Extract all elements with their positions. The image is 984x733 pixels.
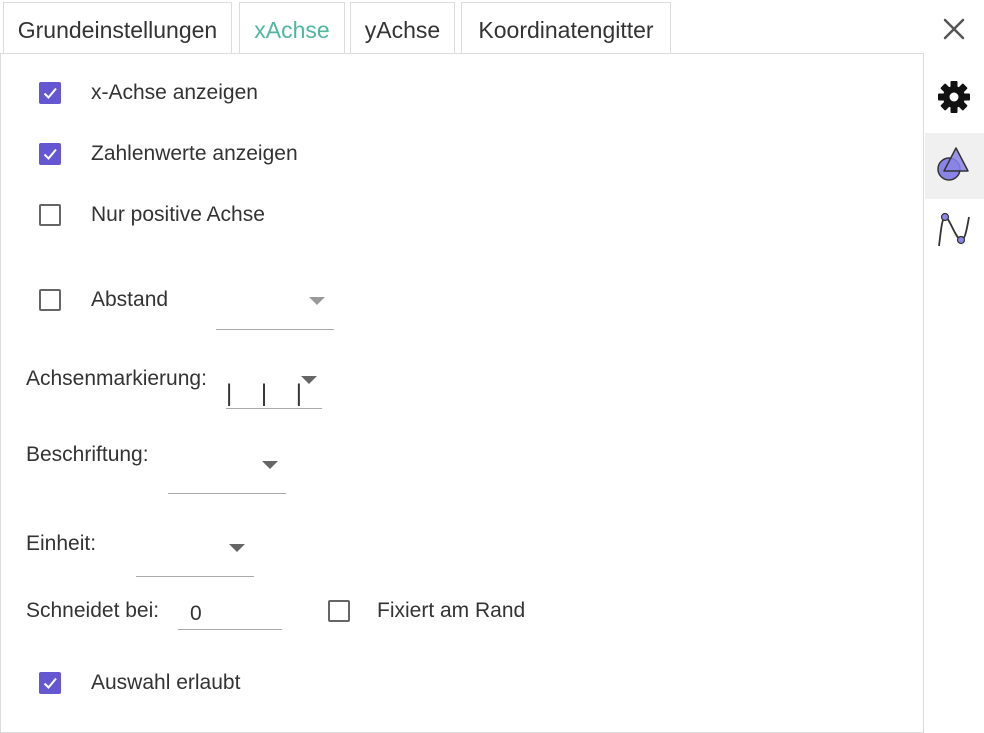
fixed-at-edge-checkbox[interactable]: [328, 600, 350, 622]
tab-grundeinstellungen[interactable]: Grundeinstellungen: [3, 2, 232, 53]
positive-only-checkbox[interactable]: [39, 204, 61, 226]
axis-ticks-dropdown[interactable]: | | |: [226, 374, 322, 409]
check-icon: [43, 148, 57, 160]
unit-dropdown[interactable]: [136, 542, 254, 577]
tab-bar: Grundeinstellungen xAchse yAchse Koordin…: [0, 0, 924, 55]
crossing-label: Schneidet bei:: [26, 599, 160, 622]
tab-koordinatengitter[interactable]: Koordinatengitter: [461, 2, 671, 53]
show-x-axis-checkbox[interactable]: [39, 82, 61, 104]
label-label: Beschriftung:: [26, 443, 149, 466]
show-numbers-checkbox[interactable]: [39, 143, 61, 165]
dropdown-arrow-icon: [301, 376, 317, 384]
dropdown-arrow-icon: [262, 461, 278, 469]
distance-checkbox[interactable]: [39, 289, 61, 311]
tab-xachse[interactable]: xAchse: [239, 2, 345, 55]
shapes-icon: [937, 147, 969, 181]
positive-only-label: Nur positive Achse: [91, 203, 265, 226]
selection-allowed-label: Auswahl erlaubt: [91, 671, 241, 694]
dropdown-arrow-icon: [309, 297, 325, 305]
check-icon: [43, 87, 57, 99]
settings-panel: x-Achse anzeigen Zahlenwerte anzeigen Nu…: [0, 53, 924, 733]
selection-allowed-checkbox[interactable]: [39, 672, 61, 694]
show-numbers-label: Zahlenwerte anzeigen: [91, 142, 298, 165]
dropdown-arrow-icon: [229, 544, 245, 552]
graph-icon: [938, 212, 970, 247]
unit-label: Einheit:: [26, 532, 97, 555]
check-icon: [43, 677, 57, 689]
axis-ticks-value: | | |: [226, 380, 314, 407]
graphics-button[interactable]: [925, 200, 984, 266]
shapes-button[interactable]: [925, 133, 984, 199]
distance-dropdown[interactable]: [216, 295, 334, 330]
close-icon: [943, 18, 965, 40]
label-dropdown[interactable]: [168, 459, 286, 494]
close-button[interactable]: [925, 0, 984, 58]
axis-ticks-label: Achsenmarkierung:: [26, 367, 207, 390]
right-sidebar: [925, 0, 984, 729]
fixed-at-edge-label: Fixiert am Rand: [377, 599, 526, 622]
distance-label: Abstand: [91, 288, 169, 311]
settings-button[interactable]: [925, 64, 984, 130]
gear-icon: [938, 81, 970, 113]
show-x-axis-label: x-Achse anzeigen: [91, 81, 258, 104]
tab-yachse[interactable]: yAchse: [350, 2, 455, 53]
crossing-input[interactable]: [178, 598, 282, 630]
